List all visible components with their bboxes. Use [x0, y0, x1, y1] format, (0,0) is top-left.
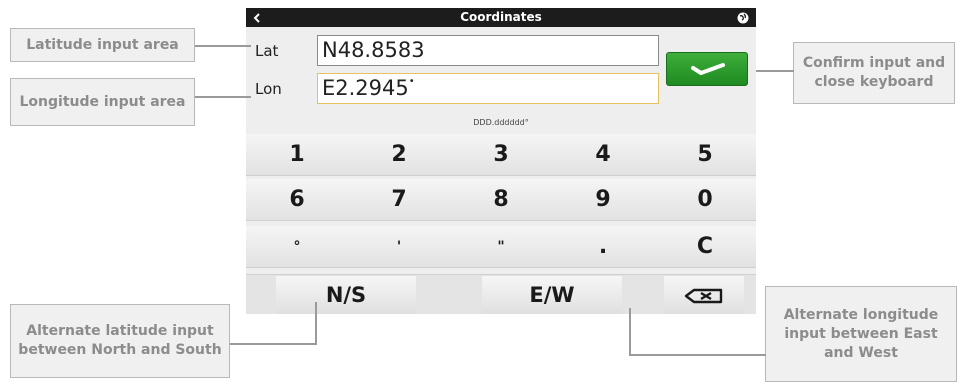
leader-line-ns-h	[230, 343, 316, 345]
lat-label: Lat	[255, 42, 279, 60]
title-bar: Coordinates	[246, 8, 756, 27]
key-8[interactable]: 8	[450, 179, 552, 221]
confirm-button[interactable]	[666, 52, 748, 86]
callout-east-west: Alternate longitude input between East a…	[765, 286, 957, 382]
longitude-value: E2.2945	[322, 76, 409, 100]
checkmark-icon	[691, 63, 725, 75]
north-south-toggle-key[interactable]: N/S	[276, 276, 416, 314]
key-decimal[interactable]: .	[552, 226, 654, 268]
key-0[interactable]: 0	[654, 179, 756, 221]
key-7[interactable]: 7	[348, 179, 450, 221]
east-west-toggle-key[interactable]: E/W	[482, 276, 622, 314]
key-3[interactable]: 3	[450, 134, 552, 176]
backspace-icon	[684, 288, 723, 304]
longitude-input[interactable]: E2.2945•	[317, 73, 659, 104]
key-minute[interactable]: '	[348, 226, 450, 268]
leader-line-longitude	[195, 96, 251, 98]
key-clear[interactable]: C	[654, 226, 756, 268]
latitude-value: N48.8583	[322, 38, 425, 62]
callout-latitude: Latitude input area	[10, 28, 195, 62]
leader-line-ns-v	[315, 302, 317, 345]
leader-line-confirm	[756, 70, 794, 72]
latitude-input[interactable]: N48.8583	[317, 35, 659, 66]
callout-north-south: Alternate latitude input between North a…	[10, 304, 230, 378]
callout-confirm: Confirm input and close keyboard	[793, 42, 955, 104]
leader-line-ew-h	[630, 354, 766, 356]
format-hint: DDD.dddddd°	[473, 118, 529, 127]
key-4[interactable]: 4	[552, 134, 654, 176]
key-9[interactable]: 9	[552, 179, 654, 221]
key-second[interactable]: "	[450, 226, 552, 268]
leader-line-latitude	[195, 45, 251, 47]
key-5[interactable]: 5	[654, 134, 756, 176]
key-2[interactable]: 2	[348, 134, 450, 176]
key-degree[interactable]: °	[246, 226, 348, 268]
lon-label: Lon	[255, 80, 282, 98]
leader-line-ew-v	[629, 308, 631, 356]
coordinates-screen: Coordinates Lat N48.8583 Lon E2.2945• DD…	[246, 8, 756, 314]
key-1[interactable]: 1	[246, 134, 348, 176]
backspace-key[interactable]	[664, 276, 744, 314]
screen-title: Coordinates	[460, 10, 542, 24]
callout-longitude: Longitude input area	[10, 78, 195, 126]
globe-icon[interactable]	[736, 10, 750, 24]
key-6[interactable]: 6	[246, 179, 348, 221]
